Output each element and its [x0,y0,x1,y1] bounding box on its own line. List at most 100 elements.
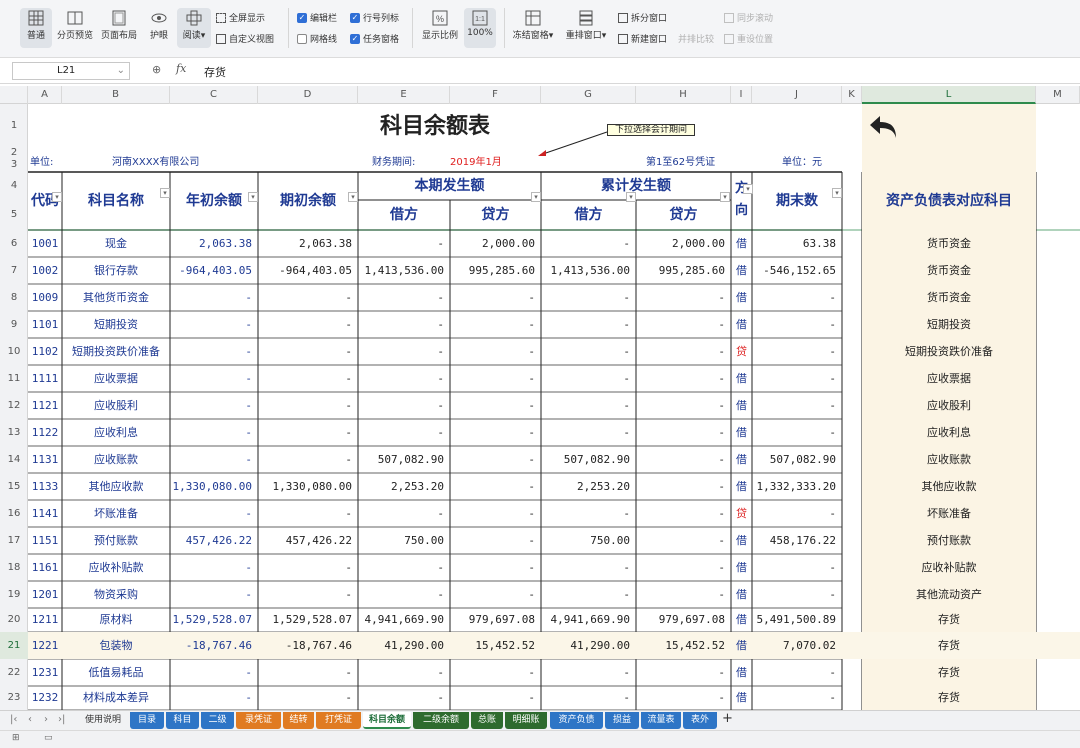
filter-dropdown-icon[interactable]: ▾ [52,192,62,202]
row-header-23[interactable]: 23 [0,686,28,710]
edit-bar-checkbox[interactable]: ✓ 编辑栏 [297,11,337,24]
gridlines-checkbox[interactable]: 网格线 [297,32,337,45]
row-header-7[interactable]: 7 [0,257,28,284]
task-pane-checkbox[interactable]: ✓ 任务窗格 [350,32,399,45]
row-header-14[interactable]: 14 [0,446,28,473]
page-break-preview-button[interactable]: 分页预览 [56,8,94,48]
column-header-h[interactable]: H [636,86,731,104]
sheet-tab[interactable]: 流量表 [641,712,681,729]
row-header-2[interactable]: 2 [0,148,28,158]
sheet-tab[interactable]: 打凭证 [316,712,361,729]
row-header-20[interactable]: 20 [0,608,28,632]
sheet-tab[interactable]: 科目余额 [363,712,411,729]
sheet-tab[interactable]: 目录 [130,712,164,729]
sheet-tab[interactable]: 科目 [166,712,199,729]
column-header-d[interactable]: D [258,86,358,104]
corner-cell[interactable] [0,86,28,104]
macro-icon[interactable]: ⊞ [12,733,20,743]
zoom-search-icon[interactable]: ⊕ [152,63,161,76]
row-header-19[interactable]: 19 [0,581,28,608]
column-header-b[interactable]: B [62,86,170,104]
row-header-3[interactable]: 3 [0,158,28,172]
filter-dropdown-icon[interactable]: ▾ [248,192,258,202]
sheet-tab[interactable]: 表外 [683,712,717,729]
row-header-11[interactable]: 11 [0,365,28,392]
row-header-17[interactable]: 17 [0,527,28,554]
sheet-icon[interactable]: ▭ [44,733,53,743]
column-header-i[interactable]: I [731,86,752,104]
column-header-j[interactable]: J [752,86,842,104]
split-window-button[interactable]: 拆分窗口 [618,11,667,24]
first-sheet-icon[interactable]: |‹ [10,714,17,725]
cumulative-debit: - [623,399,630,412]
sync-scroll-button[interactable]: 同步滚动 [724,11,773,24]
sheet-tab[interactable]: 录凭证 [236,712,281,729]
new-window-button[interactable]: 新建窗口 [618,32,667,45]
row-header-1[interactable]: 1 [0,104,28,148]
name-box[interactable]: L21 ⌄ [12,62,130,80]
last-sheet-icon[interactable]: ›| [58,714,65,725]
fx-button[interactable]: fx [176,62,186,75]
reading-mode-button[interactable]: 阅读▾ [177,8,211,48]
filter-dropdown-icon[interactable]: ▾ [832,188,842,198]
row-header-18[interactable]: 18 [0,554,28,581]
row-header-5[interactable]: 5 [0,200,28,230]
reset-position-button[interactable]: 重设位置 [724,32,773,45]
fullscreen-button[interactable]: 全屏显示 [216,11,265,24]
normal-view-button[interactable]: 普通 [20,8,52,48]
zoom-button[interactable]: % 显示比例 [420,8,460,48]
filter-dropdown-icon[interactable]: ▾ [743,184,753,194]
prev-sheet-icon[interactable]: ‹ [28,714,32,725]
sheet-tab[interactable]: 二级 [201,712,234,729]
period-comment[interactable]: 下拉选择会计期间 [607,124,695,136]
row-col-headers-checkbox[interactable]: ✓ 行号列标 [350,11,399,24]
row-header-15[interactable]: 15 [0,473,28,500]
freeze-panes-button[interactable]: 冻结窗格▾ [510,8,556,48]
column-header-g[interactable]: G [541,86,636,104]
filter-dropdown-icon[interactable]: ▾ [160,188,170,198]
custom-view-button[interactable]: 自定义视图 [216,32,274,45]
balance-direction: 借 [736,666,747,679]
formula-input[interactable]: 存货 [204,64,226,80]
sheet-tab[interactable]: 明细账 [505,712,547,729]
filter-dropdown-icon[interactable]: ▾ [531,192,541,202]
sheet-tab[interactable]: 结转 [283,712,314,729]
column-header-m[interactable]: M [1036,86,1080,104]
opening-period-balance: 2,063.38 [299,237,352,250]
row-header-21[interactable]: 21 [0,632,28,659]
row-header-6[interactable]: 6 [0,230,28,257]
back-arrow-icon[interactable] [868,110,902,144]
next-sheet-icon[interactable]: › [44,714,48,725]
row-header-16[interactable]: 16 [0,500,28,527]
sheet-tab[interactable]: 资产负债 [550,712,603,729]
row-header-12[interactable]: 12 [0,392,28,419]
filter-dropdown-icon[interactable]: ▾ [626,192,636,202]
sheet-tab[interactable]: 二级余额 [413,712,469,729]
column-header-l[interactable]: L [862,86,1036,104]
filter-dropdown-icon[interactable]: ▾ [348,192,358,202]
sheet-tab[interactable]: 损益 [605,712,639,729]
row-header-9[interactable]: 9 [0,311,28,338]
column-header-e[interactable]: E [358,86,450,104]
rearrange-windows-button[interactable]: 重排窗口▾ [563,8,609,48]
side-by-side-button[interactable]: 并排比较 [678,32,714,45]
filter-dropdown-icon[interactable]: ▾ [720,192,730,202]
period-value[interactable]: 2019年1月 [450,156,520,170]
row-header-13[interactable]: 13 [0,419,28,446]
sheet-tab[interactable]: 使用说明 [76,712,130,729]
add-sheet-button[interactable]: + [722,711,733,726]
column-header-k[interactable]: K [842,86,862,104]
zoom-100-button[interactable]: 1:1 100% [464,8,496,48]
page-layout-button[interactable]: 页面布局 [100,8,138,48]
sheet-tab[interactable]: 总账 [471,712,503,729]
row-header-10[interactable]: 10 [0,338,28,365]
new-window-label: 新建窗口 [631,35,668,45]
column-header-a[interactable]: A [28,86,62,104]
eye-protection-button[interactable]: 护眼 [145,8,173,48]
column-header-c[interactable]: C [170,86,258,104]
column-header-f[interactable]: F [450,86,541,104]
row-header-22[interactable]: 22 [0,659,28,686]
worksheet-grid[interactable]: 科目余额表 下拉选择会计期间 单位: 河南XXXX有限公司 财务期间: 2019年1月 第1… [28,104,1080,710]
row-header-4[interactable]: 4 [0,172,28,200]
row-header-8[interactable]: 8 [0,284,28,311]
